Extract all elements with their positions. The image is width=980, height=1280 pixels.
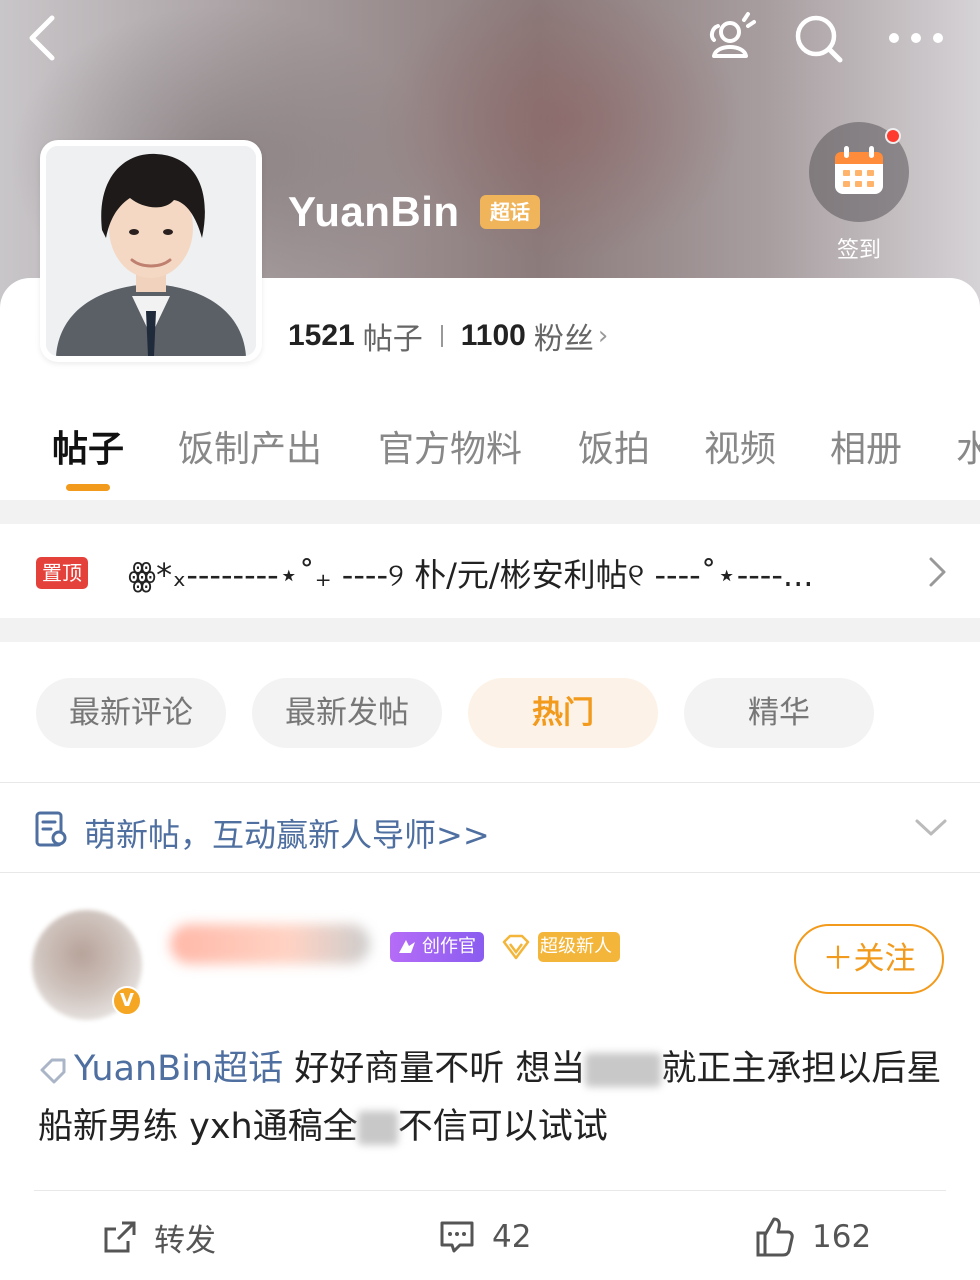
pinned-badge: 置顶 [36, 557, 88, 589]
posts-unit: 帖子 [362, 322, 423, 357]
tab-fan-made[interactable]: 饭制产出 [178, 420, 322, 472]
pinned-post[interactable]: 置顶 ꙮ*ₓ--------⋆˚₊ ----୨ 朴/元/彬安利帖୧ ----˚⋆… [0, 524, 980, 618]
tab-fancam[interactable]: 饭拍 [578, 420, 650, 472]
comment-button[interactable]: 42 [438, 1192, 531, 1280]
back-button[interactable] [18, 10, 74, 66]
topic-avatar-frame[interactable] [40, 140, 262, 362]
checkin-label: 签到 [836, 238, 881, 263]
verified-badge: V [112, 986, 142, 1016]
topic-name: YuanBin [288, 188, 460, 235]
repost-button[interactable]: 转发 [102, 1192, 216, 1280]
tab-albums[interactable]: 相册 [830, 420, 902, 472]
redacted-text [585, 1053, 662, 1087]
sort-hot[interactable]: 热门 [468, 678, 658, 748]
friends-icon [709, 12, 756, 58]
active-tab-indicator [66, 484, 110, 491]
like-button[interactable]: 162 [752, 1192, 871, 1280]
repost-label: 转发 [154, 1222, 216, 1259]
super-topic-tag: 超话 [480, 195, 540, 229]
repost-icon [104, 1221, 136, 1253]
sort-latest-post[interactable]: 最新发帖 [252, 678, 442, 748]
thumbs-up-icon [756, 1217, 794, 1257]
tab-posts[interactable]: 帖子 [52, 420, 124, 472]
newbie-notice[interactable]: 萌新帖，互动赢新人导师>> [34, 808, 954, 854]
divider [0, 872, 980, 873]
tab-official[interactable]: 官方物料 [378, 420, 522, 472]
creator-badge: 创作官 [390, 932, 484, 962]
more-icon [889, 33, 943, 43]
notification-dot [885, 128, 901, 144]
post-feed: 最新评论 最新发帖 热门 精华 萌新帖，互动赢新人导师>> V 创作官 超级新人… [0, 642, 980, 1280]
fans-count[interactable]: 1100 [461, 319, 526, 353]
search-button[interactable] [790, 10, 846, 66]
top-bar [0, 0, 980, 80]
checkin-circle [809, 122, 909, 222]
more-button[interactable] [886, 10, 943, 66]
super-newbie-label: 超级新人 [540, 936, 612, 957]
like-count: 162 [812, 1219, 872, 1255]
divider [34, 1190, 946, 1191]
sort-latest-comment[interactable]: 最新评论 [36, 678, 226, 748]
tag-icon [40, 1058, 66, 1084]
diamond-icon [502, 934, 530, 960]
search-icon [795, 15, 843, 63]
comment-icon [440, 1221, 474, 1253]
tab-videos[interactable]: 视频 [704, 420, 776, 472]
friends-button[interactable] [700, 10, 756, 66]
checkin-button[interactable]: 签到 [808, 122, 910, 264]
comment-count: 42 [492, 1219, 532, 1255]
posts-count: 1521 [288, 319, 355, 352]
tab-more[interactable]: 水 [956, 420, 980, 472]
chevron-right-icon[interactable]: › [598, 321, 608, 351]
topic-avatar [46, 146, 256, 356]
post-actions: 转发 42 162 [0, 1192, 980, 1280]
notice-text: 萌新帖，互动赢新人导师>> [84, 816, 490, 854]
creator-badge-label: 创作官 [422, 936, 476, 957]
post-body: YuanBin超话 好好商量不听 想当 就正主承担以后星船新男练 yxh通稿全 不信… [38, 1040, 950, 1156]
redacted-text [357, 1111, 398, 1145]
topic-stats: 1521 帖子 1100 粉丝 › [288, 314, 608, 358]
fans-unit[interactable]: 粉丝 [534, 314, 594, 358]
post-text-part-1: 好好商量不听 想当 [294, 1049, 586, 1089]
topic-link[interactable]: YuanBin超话 [38, 1049, 283, 1089]
super-newbie-badge: 超级新人 [498, 932, 620, 962]
divider [0, 782, 980, 783]
author-name-redacted[interactable] [170, 924, 370, 964]
pinned-title: ꙮ*ₓ--------⋆˚₊ ----୨ 朴/元/彬安利帖୧ ----˚⋆---… [128, 556, 814, 594]
chevron-left-icon [29, 15, 55, 61]
post-text-part-3: 不信可以试试 [397, 1107, 608, 1147]
stats-divider [440, 325, 443, 347]
creator-icon [399, 940, 415, 953]
sort-featured[interactable]: 精华 [684, 678, 874, 748]
topic-link-label: YuanBin超话 [74, 1049, 284, 1089]
chevron-right-icon [929, 557, 946, 587]
follow-button[interactable]: ＋关注 [794, 924, 944, 994]
document-icon [35, 811, 67, 847]
chevron-down-icon[interactable] [914, 816, 948, 840]
